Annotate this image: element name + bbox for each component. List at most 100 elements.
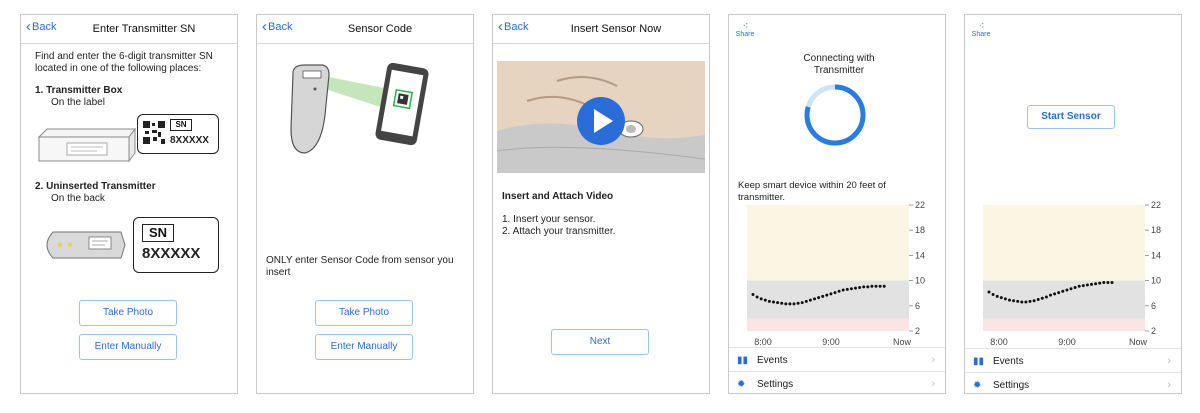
- chevron-right-icon: ›: [1167, 379, 1171, 391]
- x-tick-label: Now: [1129, 337, 1148, 347]
- back-button[interactable]: ‹ Back: [262, 18, 292, 35]
- y-tick-label: 10: [915, 276, 925, 286]
- glucose-point: [1106, 280, 1110, 284]
- back-label: Back: [32, 21, 57, 33]
- glucose-point: [882, 284, 886, 288]
- page-title: Sensor Code: [347, 23, 413, 35]
- events-label: Events: [993, 355, 1024, 367]
- transmitter-illustration: [46, 231, 126, 259]
- glucose-point: [813, 297, 816, 301]
- glucose-point: [1081, 284, 1085, 288]
- page-title: Insert Sensor Now: [570, 23, 662, 35]
- next-button[interactable]: Next: [551, 329, 649, 355]
- glucose-point: [878, 284, 882, 288]
- glucose-point: [1090, 282, 1093, 286]
- enter-manually-button[interactable]: Enter Manually: [315, 334, 413, 360]
- glucose-point: [870, 284, 874, 288]
- glucose-point: [1077, 284, 1081, 288]
- events-row[interactable]: ▮▮ Events ›: [965, 348, 1181, 373]
- video-title: Insert and Attach Video: [502, 191, 614, 202]
- glucose-point: [1044, 295, 1048, 299]
- share-button[interactable]: ⁖ Share: [971, 21, 991, 39]
- y-tick-label: 22: [1151, 201, 1161, 210]
- y-tick-label: 6: [915, 301, 920, 311]
- glucose-point: [1028, 299, 1032, 303]
- glucose-point: [858, 286, 862, 290]
- back-label: Back: [504, 21, 529, 33]
- glucose-point: [1094, 282, 1098, 286]
- back-button[interactable]: ‹ Back: [498, 18, 529, 35]
- glucose-point: [796, 301, 800, 305]
- share-label: Share: [735, 31, 755, 38]
- glucose-point: [866, 285, 870, 289]
- glucose-point: [987, 290, 991, 294]
- sn-label-small: SN: [170, 119, 192, 131]
- y-tick-label: 2: [915, 326, 920, 336]
- events-label: Events: [757, 354, 788, 366]
- book-icon: ▮▮: [737, 354, 749, 366]
- share-icon: ⁖: [978, 21, 985, 32]
- settings-row[interactable]: ✹ Settings ›: [965, 372, 1181, 393]
- book-icon: ▮▮: [973, 355, 985, 367]
- glucose-point: [1061, 289, 1065, 293]
- y-tick-label: 14: [1151, 250, 1161, 260]
- glucose-chart: 22 18 14 10 6 2 8:00 9:00 Now: [983, 201, 1161, 347]
- nav-bar: ‹ Back Sensor Code: [257, 15, 473, 44]
- glucose-point: [804, 299, 808, 303]
- chart-band-0: [747, 205, 909, 281]
- video-thumbnail[interactable]: [497, 61, 705, 173]
- y-tick-label: 18: [1151, 225, 1161, 235]
- chart-band-2: [747, 318, 909, 331]
- chart-band-0: [983, 205, 1145, 281]
- box-label-callout: SN 8XXXXX: [137, 114, 219, 154]
- events-row[interactable]: ▮▮ Events ›: [729, 347, 945, 372]
- share-button[interactable]: ⁖ Share: [735, 22, 755, 39]
- start-sensor-button[interactable]: Start Sensor: [1027, 105, 1115, 129]
- glucose-point: [995, 294, 999, 298]
- glucose-point: [776, 301, 780, 305]
- barcode-icon: [142, 120, 166, 146]
- glucose-point: [821, 294, 825, 298]
- settings-label: Settings: [993, 379, 1030, 391]
- chevron-right-icon: ›: [1167, 355, 1171, 367]
- glucose-point: [1040, 296, 1044, 300]
- glucose-point: [845, 287, 849, 291]
- back-button[interactable]: ‹ Back: [26, 19, 57, 34]
- glucose-point: [817, 296, 821, 300]
- glucose-point: [841, 288, 845, 292]
- settings-row[interactable]: ✹ Settings ›: [729, 371, 945, 393]
- glucose-point: [759, 297, 763, 301]
- glucose-point: [849, 287, 853, 291]
- glucose-point: [991, 292, 995, 296]
- item1-title: 1. Transmitter Box: [35, 85, 123, 96]
- glucose-point: [825, 293, 829, 297]
- glucose-point: [1032, 299, 1036, 303]
- chevron-right-icon: ›: [931, 354, 935, 366]
- glucose-point: [788, 302, 792, 306]
- share-label: Share: [971, 31, 991, 38]
- chevron-left-icon: ‹: [262, 18, 267, 35]
- glucose-point: [772, 300, 775, 304]
- y-tick-label: 6: [1151, 301, 1156, 311]
- x-tick-label: 8:00: [990, 337, 1008, 347]
- chevron-left-icon: ‹: [498, 18, 503, 35]
- glucose-point: [1065, 288, 1069, 292]
- chart-band-1: [983, 280, 1145, 319]
- glucose-point: [780, 301, 784, 305]
- screen-sensor-code: ‹ Back Sensor Code ONLY enter Sensor Code…: [256, 14, 474, 394]
- page-title: Enter Transmitter SN: [92, 23, 196, 35]
- glucose-point: [755, 295, 759, 299]
- glucose-point: [837, 289, 841, 293]
- glucose-point: [874, 284, 878, 288]
- take-photo-button[interactable]: Take Photo: [315, 300, 413, 326]
- glucose-point: [1053, 292, 1057, 296]
- glucose-point: [833, 291, 837, 295]
- glucose-point: [1024, 300, 1028, 304]
- sensor-code-note: ONLY enter Sensor Code from sensor you i…: [266, 255, 454, 278]
- take-photo-button[interactable]: Take Photo: [79, 300, 177, 326]
- glucose-point: [1085, 283, 1089, 287]
- enter-manually-button[interactable]: Enter Manually: [79, 334, 177, 360]
- glucose-point: [1069, 287, 1073, 291]
- glucose-point: [767, 299, 771, 303]
- glucose-point: [862, 285, 866, 289]
